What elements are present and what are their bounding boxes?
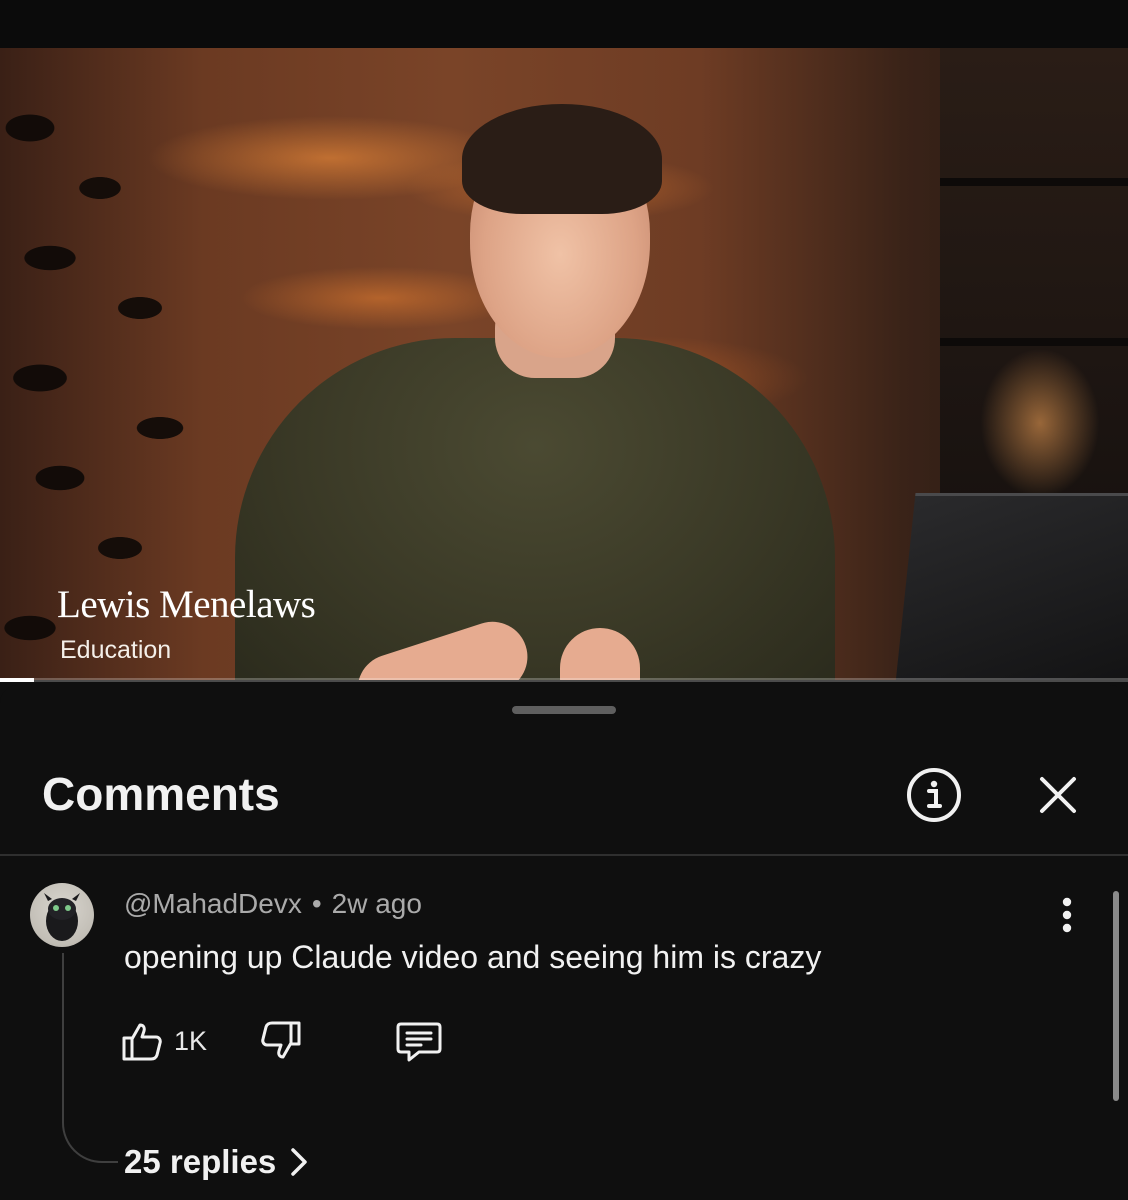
comment-meta: @MahadDevx • 2w ago bbox=[124, 888, 422, 920]
dragon-avatar-icon bbox=[44, 893, 80, 941]
comments-sheet: Comments @MahadDevx • 2w ago opening up Cl… bbox=[0, 685, 1128, 1200]
comment-time: 2w ago bbox=[331, 888, 422, 919]
close-button[interactable] bbox=[1030, 767, 1086, 823]
comment-actions: 1K bbox=[120, 1017, 443, 1065]
more-vertical-icon bbox=[1062, 897, 1072, 933]
thumbs-up-icon bbox=[122, 1023, 162, 1061]
info-icon bbox=[907, 768, 961, 822]
presenter-hair bbox=[462, 104, 662, 214]
thumbs-down-icon bbox=[261, 1021, 301, 1059]
view-replies-link[interactable]: 25 replies bbox=[124, 1143, 308, 1181]
drag-handle[interactable] bbox=[512, 706, 616, 714]
status-bar bbox=[0, 0, 1128, 48]
comment-menu-button[interactable] bbox=[1047, 893, 1087, 937]
video-progress-bar[interactable] bbox=[0, 678, 1128, 682]
like-count: 1K bbox=[174, 1025, 208, 1056]
like-button[interactable]: 1K bbox=[120, 1019, 207, 1063]
replies-count-label: 25 replies bbox=[124, 1143, 277, 1180]
video-player[interactable]: Lewis Menelaws Education bbox=[0, 48, 1128, 680]
avatar[interactable] bbox=[30, 883, 94, 947]
reply-icon bbox=[396, 1022, 442, 1062]
comment-author[interactable]: @MahadDevx bbox=[124, 888, 302, 919]
shelf-board bbox=[940, 178, 1128, 186]
video-overlay-name: Lewis Menelaws bbox=[57, 583, 316, 626]
scrollbar[interactable] bbox=[1113, 891, 1119, 1101]
comments-title: Comments bbox=[42, 768, 280, 820]
presenter-sweater bbox=[235, 338, 835, 680]
comment-text: opening up Claude video and seeing him i… bbox=[124, 939, 822, 975]
divider bbox=[0, 854, 1128, 856]
laptop bbox=[894, 493, 1128, 680]
dislike-button[interactable] bbox=[259, 1019, 303, 1063]
video-overlay-subtitle: Education bbox=[60, 636, 172, 664]
shelf-light bbox=[980, 348, 1100, 498]
meta-separator: • bbox=[311, 888, 322, 919]
shelf-board bbox=[940, 338, 1128, 346]
video-progress-fill bbox=[0, 678, 34, 682]
reply-button[interactable] bbox=[395, 1019, 443, 1063]
info-button[interactable] bbox=[904, 765, 964, 825]
chevron-right-icon bbox=[291, 1148, 308, 1176]
thread-line bbox=[62, 953, 118, 1163]
close-icon bbox=[1040, 777, 1076, 813]
